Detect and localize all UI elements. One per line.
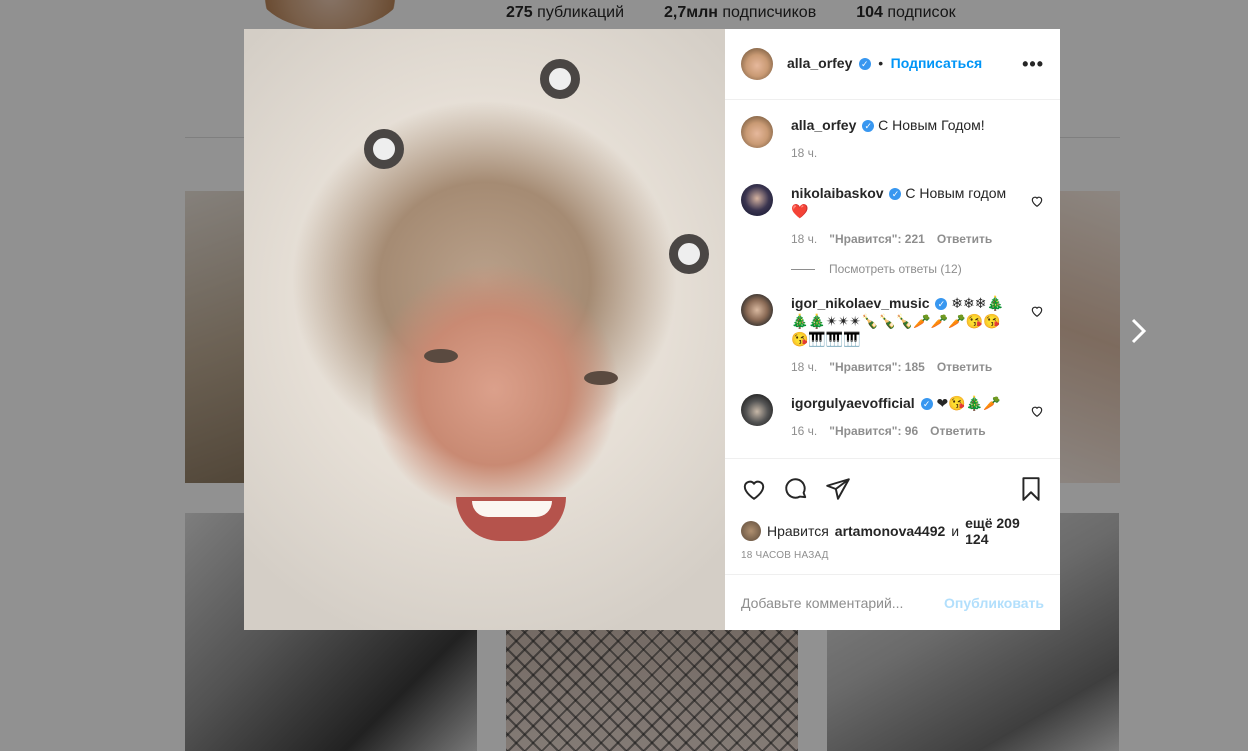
post-photo[interactable] [244, 29, 725, 630]
comment-text: ❤😘🎄🥕 [936, 395, 1001, 411]
post-actions [725, 458, 1060, 518]
next-post-chevron-icon[interactable] [1126, 316, 1156, 346]
author-avatar[interactable] [741, 48, 773, 80]
comments-list[interactable]: alla_orfey ✓ С Новым Годом! 18 ч. nikola… [725, 100, 1060, 458]
comment-row: igor_nikolaev_music ✓ ❄❄❄🎄🎄🎄✴✴✴🍾🍾🍾🥕🥕🥕😘😘😘… [741, 294, 1044, 376]
like-heart-icon[interactable] [741, 476, 767, 502]
add-comment-bar: Опубликовать [725, 574, 1060, 630]
comment-heart-icon[interactable] [1030, 304, 1044, 318]
commenter-username[interactable]: nikolaibaskov [791, 185, 884, 201]
comment-row: nikolaibaskov ✓ С Новым годом ❤️ 18 ч. "… [741, 184, 1044, 248]
verified-badge-icon: ✓ [935, 298, 948, 311]
reply-button[interactable]: Ответить [937, 230, 992, 248]
comment-time[interactable]: 18 ч. [791, 230, 817, 248]
verified-badge-icon: ✓ [862, 120, 875, 133]
comment-heart-icon[interactable] [1030, 194, 1044, 208]
separator-dot: • [878, 55, 884, 71]
comment-emoji: ❤️ [791, 203, 809, 219]
bookmark-icon[interactable] [1018, 476, 1044, 502]
commenter-avatar[interactable] [741, 294, 773, 326]
author-username[interactable]: alla_orfey [791, 117, 856, 133]
likes-summary: Нравится artamonova4492 и ещё 209 124 [725, 515, 1060, 547]
liker-username[interactable]: artamonova4492 [835, 523, 946, 539]
comment-heart-icon[interactable] [1030, 404, 1044, 418]
reply-button[interactable]: Ответить [937, 358, 992, 376]
verified-badge-icon: ✓ [858, 57, 871, 70]
commenter-username[interactable]: igorgulyaevofficial [791, 395, 915, 411]
author-avatar[interactable] [741, 116, 773, 148]
post-sidebar: alla_orfey ✓ • Подписаться ••• alla_orfe… [725, 29, 1060, 630]
caption-text: С Новым Годом! [878, 117, 985, 133]
comment-likes[interactable]: "Нравится": 221 [829, 230, 925, 248]
hood-grommet [669, 234, 709, 274]
hood-grommet [364, 129, 404, 169]
caption-time[interactable]: 18 ч. [791, 144, 817, 162]
comment-time[interactable]: 18 ч. [791, 358, 817, 376]
view-replies[interactable]: Посмотреть ответы (12) [791, 262, 1044, 276]
share-paper-plane-icon[interactable] [825, 476, 851, 502]
commenter-avatar[interactable] [741, 394, 773, 426]
commenter-avatar[interactable] [741, 184, 773, 216]
post-header: alla_orfey ✓ • Подписаться ••• [725, 29, 1060, 100]
likes-prefix: Нравится [767, 523, 829, 539]
commenter-username[interactable]: igor_nikolaev_music [791, 295, 930, 311]
comment-likes[interactable]: "Нравится": 185 [829, 358, 925, 376]
comment-row: igorgulyaevofficial ✓ ❤😘🎄🥕 16 ч. "Нравит… [741, 394, 1044, 440]
publish-button[interactable]: Опубликовать [944, 595, 1044, 611]
photo-eye [584, 371, 618, 385]
comment-time[interactable]: 16 ч. [791, 422, 817, 440]
more-horizontal-icon[interactable]: ••• [1022, 54, 1044, 75]
verified-badge-icon: ✓ [889, 188, 902, 201]
photo-teeth [472, 501, 552, 517]
caption-row: alla_orfey ✓ С Новым Годом! 18 ч. [741, 116, 1044, 162]
reply-button[interactable]: Ответить [930, 422, 985, 440]
comment-input[interactable] [741, 594, 945, 611]
hood-grommet [540, 59, 580, 99]
post-time[interactable]: 18 ЧАСОВ НАЗАД [725, 544, 1060, 574]
comment-likes[interactable]: "Нравится": 96 [829, 422, 918, 440]
comment-bubble-icon[interactable] [783, 476, 809, 502]
post-modal: alla_orfey ✓ • Подписаться ••• alla_orfe… [244, 29, 1060, 630]
verified-badge-icon: ✓ [920, 398, 933, 411]
photo-eye [424, 349, 458, 363]
author-username[interactable]: alla_orfey [787, 55, 852, 71]
likes-and: и [951, 523, 960, 539]
view-replies-label[interactable]: Посмотреть ответы (12) [829, 262, 962, 276]
follow-button[interactable]: Подписаться [891, 55, 983, 71]
likes-count[interactable]: ещё 209 124 [965, 515, 1044, 547]
replies-line [791, 268, 815, 270]
comment-text: С Новым годом [905, 185, 1007, 201]
liker-avatar[interactable] [741, 521, 761, 541]
